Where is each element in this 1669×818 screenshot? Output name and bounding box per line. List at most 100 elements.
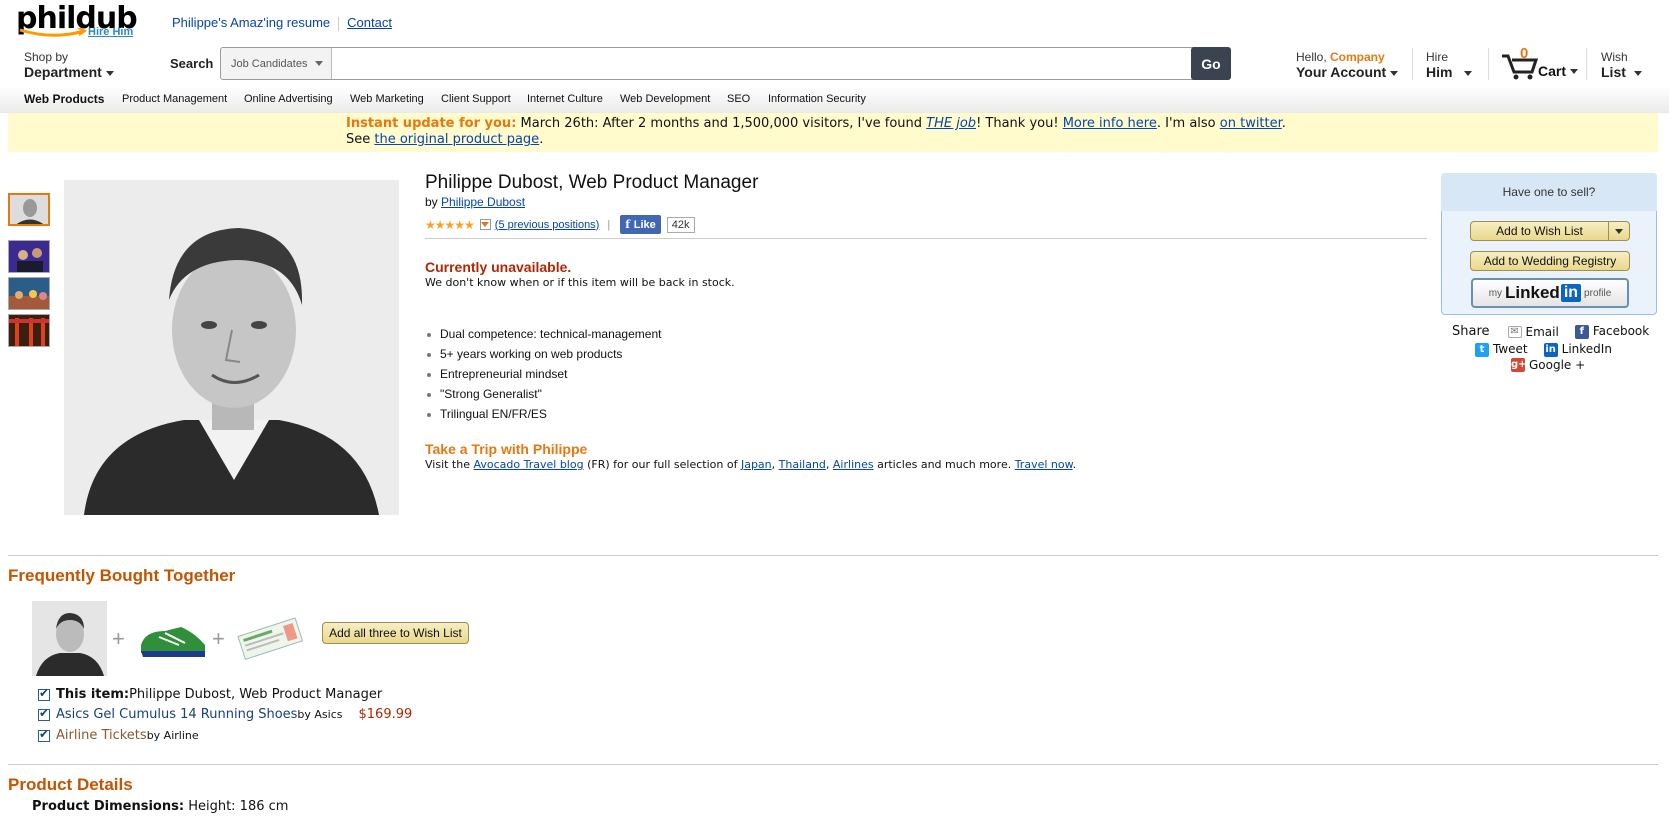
site-logo[interactable]: phildub Hire Him xyxy=(16,2,138,39)
share-email[interactable]: ✉ Email xyxy=(1507,324,1559,339)
wish-label: Wish xyxy=(1601,50,1628,64)
product-photo[interactable] xyxy=(64,180,399,515)
hire-him-link[interactable]: Hire Him xyxy=(88,26,133,38)
nav-item-web-marketing[interactable]: Web Marketing xyxy=(350,93,424,105)
wish-list-menu[interactable]: Wish List xyxy=(1601,50,1642,80)
nav-item-internet-culture[interactable]: Internet Culture xyxy=(527,93,603,105)
add-to-wedding-registry-button[interactable]: Add to Wedding Registry xyxy=(1470,251,1630,271)
update-banner-text: Instant update for you: March 26th: Afte… xyxy=(346,116,1286,148)
list-item: Trilingual EN/FR/ES xyxy=(425,407,661,427)
original-page-link[interactable]: the original product page xyxy=(374,132,539,147)
fbt-item-shoes[interactable] xyxy=(135,601,210,676)
travel-now-link[interactable]: Travel now xyxy=(1015,458,1073,471)
cart-icon xyxy=(1502,54,1538,80)
thailand-link[interactable]: Thailand xyxy=(779,458,826,471)
add-all-to-wish-list-button[interactable]: Add all three to Wish List xyxy=(322,622,469,644)
facebook-like[interactable]: f Like 42k xyxy=(620,215,695,234)
wish-list-label: Add to Wish List xyxy=(1496,224,1583,238)
divider xyxy=(1488,48,1489,80)
email-label: Email xyxy=(1525,324,1559,339)
caret-down-icon xyxy=(1570,69,1578,74)
twitter-icon: t xyxy=(1475,342,1489,357)
banner-text: . I'm also xyxy=(1156,116,1220,131)
twitter-link[interactable]: on twitter xyxy=(1220,116,1282,131)
list-item: 5+ years working on web products xyxy=(425,347,661,367)
him-label: Him xyxy=(1426,64,1453,80)
linkedin-icon: in xyxy=(1560,284,1582,302)
caret-down-icon xyxy=(1464,70,1473,76)
banner-text: March 26th: After 2 months and 1,500,000… xyxy=(516,116,927,131)
your-account-label: Your Account xyxy=(1296,64,1387,80)
divider xyxy=(8,764,1658,765)
list-item: "Strong Generalist" xyxy=(425,387,661,407)
nav-item-seo[interactable]: SEO xyxy=(727,93,750,105)
share-facebook[interactable]: f Facebook xyxy=(1574,324,1649,339)
author-link[interactable]: Philippe Dubost xyxy=(441,195,525,209)
cart-button[interactable]: 0 Cart xyxy=(1500,45,1582,82)
the-job-link[interactable]: THE job xyxy=(926,116,976,131)
shoes-price: $169.99 xyxy=(358,707,413,722)
fbt-checkbox[interactable] xyxy=(38,686,50,701)
by-text: by xyxy=(425,195,442,209)
share-linkedin[interactable]: in LinkedIn xyxy=(1543,342,1612,357)
shop-by-department[interactable]: Shop by Department xyxy=(24,50,114,80)
add-to-wish-list-button[interactable]: Add to Wish List xyxy=(1470,221,1630,241)
fbt-checkbox[interactable] xyxy=(38,706,50,721)
rating-row: ★★★★★ (5 previous positions) | f Like 42k xyxy=(425,215,695,234)
search-bar: Job Candidates xyxy=(220,47,1230,80)
nav-item-product-management[interactable]: Product Management xyxy=(122,93,227,105)
nav-item-web-products[interactable]: Web Products xyxy=(24,92,104,106)
resume-link[interactable]: Philippe's Amaz'ing resume xyxy=(172,15,330,30)
thumbnail-concert[interactable] xyxy=(8,240,50,273)
thumbnail-portrait[interactable] xyxy=(8,193,50,226)
divider xyxy=(8,555,1658,556)
japan-link[interactable]: Japan xyxy=(741,458,772,471)
hire-him-menu[interactable]: Hire Him xyxy=(1426,50,1473,80)
like-label: Like xyxy=(633,219,656,231)
shoes-by: by Asics xyxy=(297,708,343,721)
share-panel: Share ✉ Email f Facebook t Tweet in LinkedIn… xyxy=(1452,324,1649,372)
rating-dropdown-icon[interactable] xyxy=(479,219,491,230)
nav-item-information-security[interactable]: Information Security xyxy=(768,93,866,105)
wish-list-dropdown[interactable] xyxy=(1608,222,1629,240)
hire-label: Hire xyxy=(1426,50,1449,64)
crowd-thumb-image xyxy=(9,278,49,309)
hello-text: Hello, xyxy=(1296,50,1331,64)
logo-smile-icon xyxy=(19,28,88,37)
avocado-blog-link[interactable]: Avocado Travel blog xyxy=(474,458,584,471)
product-details-heading: Product Details xyxy=(8,775,133,794)
previous-positions-link[interactable]: (5 previous positions) xyxy=(495,219,600,231)
tickets-link[interactable]: Airline Tickets xyxy=(56,728,147,743)
share-tweet[interactable]: t Tweet xyxy=(1475,342,1528,357)
thumbnail-temple[interactable] xyxy=(8,314,50,347)
facebook-icon: f xyxy=(1574,324,1589,339)
facebook-icon: f xyxy=(625,218,634,231)
search-category-value: Job Candidates xyxy=(231,57,308,70)
search-go-button[interactable]: Go xyxy=(1191,47,1231,80)
shoes-link[interactable]: Asics Gel Cumulus 14 Running Shoes xyxy=(56,707,297,722)
fbt-item-portrait[interactable] xyxy=(32,601,107,676)
nav-item-online-advertising[interactable]: Online Advertising xyxy=(244,93,333,105)
divider xyxy=(338,16,340,31)
tickets-by: by Airline xyxy=(146,729,199,742)
linkedin-profile-label: profile xyxy=(1584,287,1612,299)
contact-link[interactable]: Contact xyxy=(347,15,392,30)
fbt-checkbox[interactable] xyxy=(38,727,50,742)
linkedin-icon: in xyxy=(1543,342,1558,357)
nav-item-client-support[interactable]: Client Support xyxy=(441,93,511,105)
star-rating-icon[interactable]: ★★★★★ xyxy=(425,218,475,232)
more-info-link[interactable]: More info here xyxy=(1063,116,1157,131)
fbt-item-tickets[interactable] xyxy=(232,601,307,676)
plus-icon: + xyxy=(212,626,225,651)
linkedin-word: Linked xyxy=(1505,283,1560,302)
linkedin-profile-button[interactable]: my Linked in profile xyxy=(1471,278,1629,308)
nav-item-web-development[interactable]: Web Development xyxy=(620,93,710,105)
thumbnail-crowd[interactable] xyxy=(8,277,50,310)
divider xyxy=(425,238,1427,239)
airlines-link[interactable]: Airlines xyxy=(833,458,874,471)
search-input[interactable] xyxy=(332,48,1229,79)
search-category-select[interactable]: Job Candidates xyxy=(221,48,332,79)
account-menu[interactable]: Hello, Company Your Account xyxy=(1296,50,1399,80)
share-google[interactable]: g+ Google + xyxy=(1511,358,1585,372)
this-item-name: Philippe Dubost, Web Product Manager xyxy=(129,687,383,702)
